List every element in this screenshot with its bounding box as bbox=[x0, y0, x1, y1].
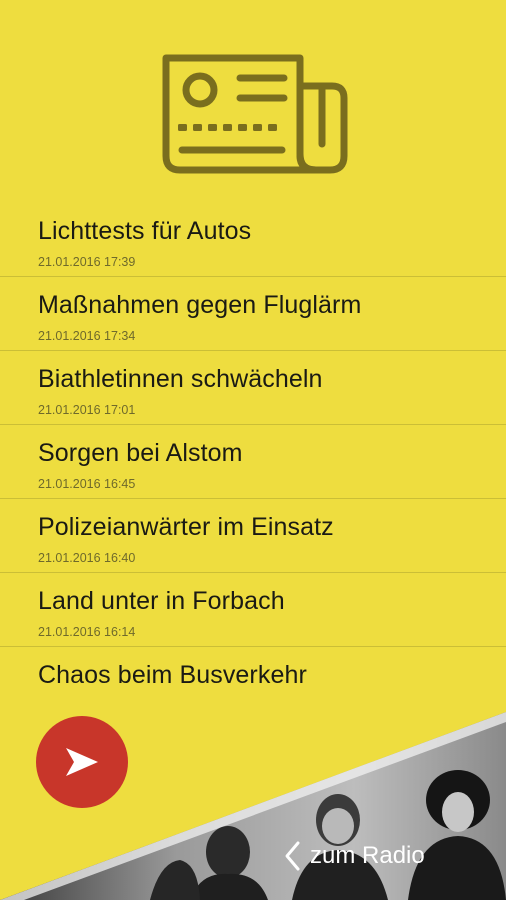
news-title: Maßnahmen gegen Fluglärm bbox=[38, 291, 362, 319]
news-title: Sorgen bei Alstom bbox=[38, 439, 243, 467]
news-title: Land unter in Forbach bbox=[38, 587, 285, 615]
news-item[interactable]: Sorgen bei Alstom 21.01.2016 16:45 bbox=[0, 425, 506, 499]
news-date: 21.01.2016 16:40 bbox=[38, 551, 136, 565]
news-screen: Lichttests für Autos 21.01.2016 17:39 Ma… bbox=[0, 0, 506, 900]
news-item[interactable]: Polizeianwärter im Einsatz 21.01.2016 16… bbox=[0, 499, 506, 573]
zum-radio-link[interactable]: zum Radio bbox=[282, 836, 425, 876]
news-item[interactable]: Lichttests für Autos 21.01.2016 17:39 bbox=[0, 203, 506, 277]
news-title: Polizeianwärter im Einsatz bbox=[38, 513, 334, 541]
news-date: 21.01.2016 17:01 bbox=[38, 403, 136, 417]
news-item[interactable]: Land unter in Forbach 21.01.2016 16:14 bbox=[0, 573, 506, 647]
news-list: Lichttests für Autos 21.01.2016 17:39 Ma… bbox=[0, 203, 506, 721]
news-item[interactable]: Maßnahmen gegen Fluglärm 21.01.2016 17:3… bbox=[0, 277, 506, 351]
news-date: 21.01.2016 17:39 bbox=[38, 255, 136, 269]
news-title: Biathletinnen schwächeln bbox=[38, 365, 323, 393]
news-date: 21.01.2016 16:45 bbox=[38, 477, 136, 491]
news-date: 21.01.2016 17:34 bbox=[38, 329, 136, 343]
news-title: Lichttests für Autos bbox=[38, 217, 252, 245]
news-date: 21.01.2016 16:14 bbox=[38, 625, 136, 639]
zum-radio-label: zum Radio bbox=[310, 842, 425, 869]
play-button[interactable] bbox=[36, 716, 128, 808]
play-icon bbox=[66, 748, 98, 776]
newspaper-icon bbox=[162, 54, 348, 174]
news-item[interactable]: Chaos beim Busverkehr bbox=[0, 647, 506, 721]
chevron-left-icon bbox=[285, 841, 300, 871]
news-title: Chaos beim Busverkehr bbox=[38, 661, 307, 689]
news-item[interactable]: Biathletinnen schwächeln 21.01.2016 17:0… bbox=[0, 351, 506, 425]
